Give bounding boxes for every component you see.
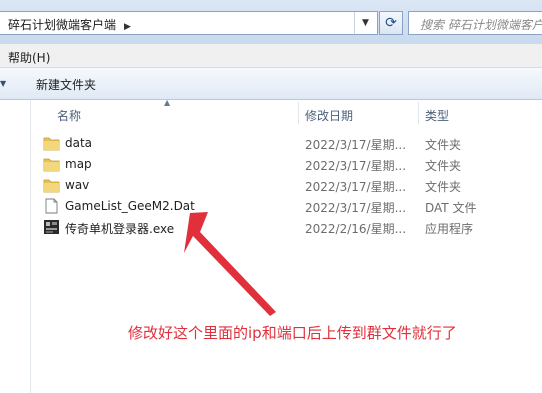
sort-ascending-icon: ▲ — [164, 98, 171, 107]
command-toolbar: ▼ 新建文件夹 — [0, 68, 542, 100]
file-date: 2022/2/16/星期... — [305, 222, 407, 236]
column-divider[interactable] — [418, 102, 419, 124]
file-date: 2022/3/17/星期... — [305, 180, 407, 194]
app-icon — [44, 220, 59, 234]
address-bar[interactable]: 碎石计划微端客户端 ▶ ▼ — [0, 11, 378, 35]
menu-help[interactable]: 帮助(H) — [8, 49, 50, 66]
chevron-right-icon[interactable]: ▶ — [124, 22, 131, 32]
folder-icon — [43, 179, 60, 193]
file-name: 传奇单机登录器.exe — [65, 222, 175, 236]
folder-icon — [43, 137, 60, 151]
list-item[interactable]: GameList_GeeM2.Dat 2022/3/17/星期... DAT 文… — [31, 196, 542, 217]
file-icon — [45, 198, 58, 214]
file-type: 应用程序 — [425, 222, 474, 236]
breadcrumb[interactable]: 碎石计划微端客户端 ▶ — [8, 16, 131, 33]
file-date: 2022/3/17/星期... — [305, 159, 407, 173]
search-input[interactable]: 搜索 碎石计划微端客户端 — [408, 11, 542, 35]
new-folder-button[interactable]: 新建文件夹 — [36, 76, 96, 93]
file-name: GameList_GeeM2.Dat — [65, 199, 195, 213]
column-header-date[interactable]: 修改日期 — [305, 107, 353, 124]
refresh-button[interactable]: ⟳ — [379, 11, 403, 35]
file-date: 2022/3/17/星期... — [305, 201, 407, 215]
chevron-down-icon[interactable]: ▼ — [354, 12, 376, 34]
breadcrumb-label: 碎石计划微端客户端 — [8, 18, 117, 32]
list-item[interactable]: 传奇单机登录器.exe 2022/2/16/星期... 应用程序 — [31, 217, 542, 238]
menu-bar: 帮助(H) — [0, 44, 542, 68]
list-item[interactable]: wav 2022/3/17/星期... 文件夹 — [31, 175, 542, 196]
column-divider[interactable] — [298, 102, 299, 124]
file-name: data — [65, 136, 93, 150]
refresh-icon: ⟳ — [385, 15, 397, 31]
organize-dropdown-icon[interactable]: ▼ — [0, 79, 6, 88]
list-item[interactable]: data 2022/3/17/星期... 文件夹 — [31, 133, 542, 154]
folder-icon — [43, 158, 60, 172]
file-name: wav — [65, 178, 90, 192]
file-name: map — [65, 157, 92, 171]
navigation-pane[interactable] — [0, 100, 31, 393]
annotation-note: 修改好这个里面的ip和端口后上传到群文件就行了 — [128, 324, 457, 342]
file-type: 文件夹 — [425, 138, 462, 152]
file-type: 文件夹 — [425, 159, 462, 173]
column-header-type[interactable]: 类型 — [425, 107, 449, 124]
list-item[interactable]: map 2022/3/17/星期... 文件夹 — [31, 154, 542, 175]
file-type: 文件夹 — [425, 180, 462, 194]
search-placeholder: 搜索 碎石计划微端客户端 — [420, 18, 542, 32]
column-header-name[interactable]: 名称 — [57, 107, 81, 124]
file-date: 2022/3/17/星期... — [305, 138, 407, 152]
file-type: DAT 文件 — [425, 201, 477, 215]
column-headers: ▲ 名称 修改日期 类型 — [31, 98, 542, 127]
title-bar: 碎石计划微端客户端 ▶ ▼ ⟳ 搜索 碎石计划微端客户端 — [0, 0, 542, 44]
